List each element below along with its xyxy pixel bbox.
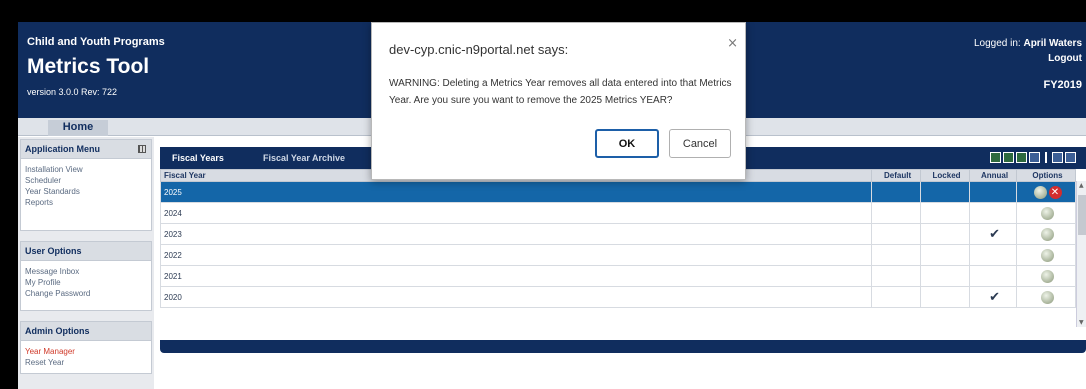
application-menu: Application Menu Installation View Sched… [20,139,152,231]
cell-locked [920,244,971,266]
cell-annual [969,181,1017,203]
cell-default [871,244,922,266]
cell-options: ✕ [1016,181,1076,203]
cell-default [871,181,922,203]
cell-annual [969,244,1017,266]
fiscal-year-label: FY2019 [1043,79,1082,91]
panel-footer-bar [160,340,1086,353]
table-row[interactable]: 2021 [159,265,1076,287]
dialog-message: WARNING: Deleting a Metrics Year removes… [389,78,732,106]
dialog-title: dev-cyp.cnic-n9portal.net says: [389,42,569,57]
sidebar-item-year-manager[interactable]: Year Manager [25,346,147,357]
export-grid-icon[interactable] [1016,152,1027,163]
print-icon[interactable] [1029,152,1040,163]
cell-year: 2020 [159,286,873,308]
application-menu-list: Installation View Scheduler Year Standar… [20,159,152,231]
cell-options [1016,244,1076,266]
cell-default [871,286,922,308]
cell-options [1016,223,1076,245]
cell-options [1016,202,1076,224]
cell-options [1016,265,1076,287]
panel-toolbar [990,152,1076,163]
toolbar-divider [1045,152,1047,163]
delete-year-icon[interactable]: ✕ [1048,185,1062,199]
sidebar-item-change-password[interactable]: Change Password [25,288,147,299]
table-row[interactable]: 2024 [159,202,1076,224]
export-csv-icon[interactable] [1003,152,1014,163]
table-row[interactable]: 2023 ✔ [159,223,1076,245]
user-options-header: User Options [20,241,152,261]
cell-annual [969,265,1017,287]
admin-options-menu: Admin Options Year Manager Reset Year [20,321,152,374]
application-menu-header: Application Menu [20,139,152,159]
cell-annual [969,202,1017,224]
admin-options-list: Year Manager Reset Year [20,341,152,374]
tab-fiscal-years[interactable]: Fiscal Years [172,153,224,163]
col-default[interactable]: Default [871,169,922,182]
user-name: April Waters [1023,38,1082,49]
cell-locked [920,286,971,308]
edit-year-icon[interactable] [1041,227,1054,241]
cancel-button[interactable]: Cancel [669,129,731,158]
checkmark-icon: ✔ [969,286,1017,308]
tab-fiscal-year-archive[interactable]: Fiscal Year Archive [263,153,345,163]
app-title: Metrics Tool [27,55,150,78]
edit-year-icon[interactable] [1041,269,1054,283]
col-annual[interactable]: Annual [969,169,1017,182]
application-menu-title: Application Menu [25,144,100,154]
table-row[interactable]: 2022 [159,244,1076,266]
admin-options-header: Admin Options [20,321,152,341]
table-row[interactable]: 2020 ✔ [159,286,1076,308]
table-row[interactable]: 2025 ✕ [159,181,1076,203]
scroll-up-icon[interactable]: ▲ [1079,182,1084,189]
sidebar-item-installation-view[interactable]: Installation View [25,164,147,175]
export-excel-icon[interactable] [990,152,1001,163]
scroll-thumb[interactable] [1078,195,1086,235]
table-scrollbar[interactable]: ▲ ▼ [1076,181,1086,327]
scroll-down-icon[interactable]: ▼ [1079,319,1084,326]
cell-default [871,223,922,245]
cell-default [871,202,922,224]
sidebar-item-scheduler[interactable]: Scheduler [25,175,147,186]
user-options-list: Message Inbox My Profile Change Password [20,261,152,311]
menu-grid-icon[interactable] [138,145,146,153]
close-icon[interactable]: × [727,36,738,51]
sidebar-item-my-profile[interactable]: My Profile [25,277,147,288]
user-box: Logged in: April Waters Logout FY2019 [974,36,1082,93]
refresh-icon[interactable] [1052,152,1063,163]
edit-year-icon[interactable] [1041,248,1054,262]
sidebar-item-reset-year[interactable]: Reset Year [25,357,147,368]
fiscal-years-table: Fiscal Year Default Locked Annual Option… [159,169,1076,308]
cell-locked [920,265,971,287]
sidebar: Application Menu Installation View Sched… [18,137,154,389]
col-locked[interactable]: Locked [920,169,971,182]
cell-default [871,265,922,287]
cell-year: 2024 [159,202,873,224]
cell-options [1016,286,1076,308]
cell-locked [920,181,971,203]
sidebar-item-message-inbox[interactable]: Message Inbox [25,266,147,277]
edit-year-icon[interactable] [1041,290,1054,304]
checkmark-icon: ✔ [969,223,1017,245]
confirm-dialog: dev-cyp.cnic-n9portal.net says: × WARNIN… [371,22,746,180]
version-label: version 3.0.0 Rev: 722 [27,87,118,97]
cell-year: 2025 [159,181,873,203]
cell-year: 2023 [159,223,873,245]
user-options-menu: User Options Message Inbox My Profile Ch… [20,241,152,311]
cell-year: 2021 [159,265,873,287]
edit-year-icon[interactable] [1041,206,1054,220]
logged-in-label: Logged in: [973,38,1021,49]
logout-link[interactable]: Logout [974,51,1082,66]
cell-locked [920,223,971,245]
window-icon[interactable] [1065,152,1076,163]
cell-year: 2022 [159,244,873,266]
sidebar-item-year-standards[interactable]: Year Standards [25,186,147,197]
home-tab[interactable]: Home [48,120,108,136]
org-name: Child and Youth Programs [27,36,165,48]
col-options: Options [1016,169,1076,182]
sidebar-item-reports[interactable]: Reports [25,197,147,208]
edit-year-icon[interactable] [1033,185,1047,199]
ok-button[interactable]: OK [595,129,659,158]
cell-locked [920,202,971,224]
